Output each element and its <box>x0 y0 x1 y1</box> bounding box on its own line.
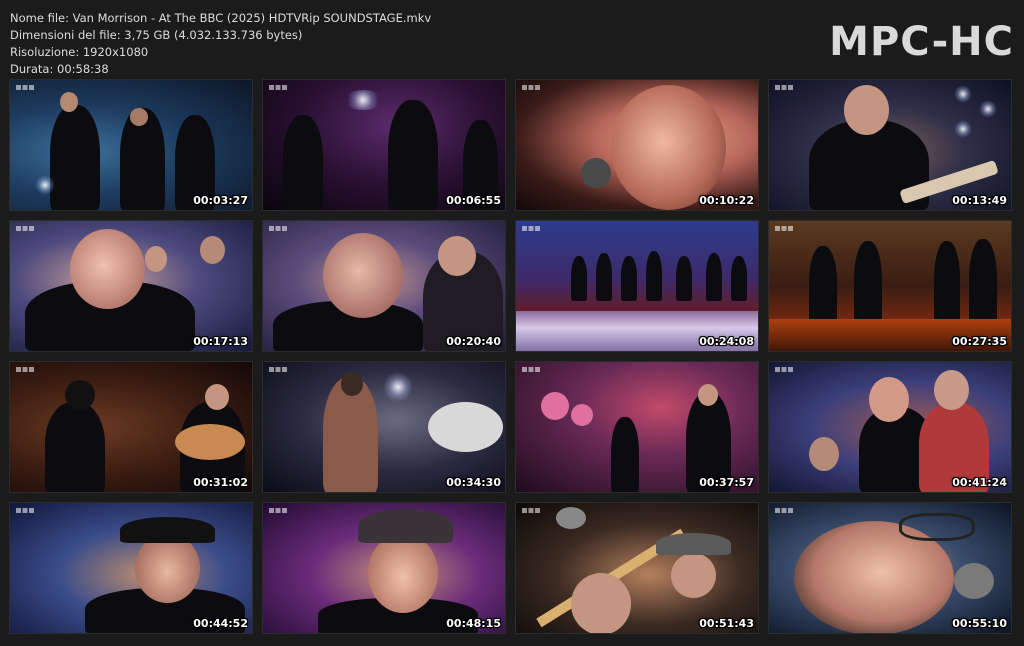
bbc-watermark-icon <box>16 508 34 513</box>
bbc-watermark-icon <box>269 367 287 372</box>
thumbnail: 00:27:35 <box>768 220 1012 352</box>
file-size: Dimensioni del file: 3,75 GB (4.032.133.… <box>10 28 303 42</box>
video-frame-image <box>263 80 505 210</box>
thumbnail: 00:20:40 <box>262 220 506 352</box>
file-info: Nome file: Van Morrison - At The BBC (20… <box>10 10 431 78</box>
bbc-watermark-icon <box>522 508 540 513</box>
timestamp: 00:20:40 <box>446 335 501 348</box>
thumbnail: 00:34:30 <box>262 361 506 493</box>
video-frame-image <box>10 221 252 351</box>
thumbnail: 00:17:13 <box>9 220 253 352</box>
thumbnail: 00:37:57 <box>515 361 759 493</box>
thumbnail: 00:31:02 <box>9 361 253 493</box>
thumbnail-grid: 00:03:27 00:06:55 00:10:22 00:13:49 00:1… <box>9 79 1012 634</box>
video-frame-image <box>769 80 1011 210</box>
video-frame-image <box>516 362 758 492</box>
timestamp: 00:10:22 <box>699 194 754 207</box>
video-frame-image <box>10 80 252 210</box>
video-frame-image <box>10 362 252 492</box>
timestamp: 00:17:13 <box>193 335 248 348</box>
video-duration: Durata: 00:58:38 <box>10 62 109 76</box>
video-frame-image <box>10 503 252 633</box>
timestamp: 00:03:27 <box>193 194 248 207</box>
bbc-watermark-icon <box>522 85 540 90</box>
timestamp: 00:41:24 <box>952 476 1007 489</box>
bbc-watermark-icon <box>522 226 540 231</box>
video-frame-image <box>516 80 758 210</box>
mpc-hc-logo: MPC-HC <box>829 19 1014 65</box>
video-frame-image <box>263 503 505 633</box>
video-frame-image <box>769 362 1011 492</box>
video-frame-image <box>769 221 1011 351</box>
thumbnail: 00:13:49 <box>768 79 1012 211</box>
timestamp: 00:06:55 <box>446 194 501 207</box>
bbc-watermark-icon <box>16 367 34 372</box>
file-name: Nome file: Van Morrison - At The BBC (20… <box>10 11 432 25</box>
video-frame-image <box>769 503 1011 633</box>
bbc-watermark-icon <box>16 226 34 231</box>
timestamp: 00:24:08 <box>699 335 754 348</box>
timestamp: 00:44:52 <box>193 617 248 630</box>
bbc-watermark-icon <box>775 85 793 90</box>
timestamp: 00:48:15 <box>446 617 501 630</box>
bbc-watermark-icon <box>16 85 34 90</box>
timestamp: 00:27:35 <box>952 335 1007 348</box>
bbc-watermark-icon <box>775 226 793 231</box>
thumbnail: 00:55:10 <box>768 502 1012 634</box>
bbc-watermark-icon <box>269 226 287 231</box>
thumbnail: 00:24:08 <box>515 220 759 352</box>
timestamp: 00:13:49 <box>952 194 1007 207</box>
video-resolution: Risoluzione: 1920x1080 <box>10 45 149 59</box>
thumbnail: 00:41:24 <box>768 361 1012 493</box>
video-frame-image <box>263 221 505 351</box>
timestamp: 00:37:57 <box>699 476 754 489</box>
thumbnail: 00:48:15 <box>262 502 506 634</box>
thumbnail: 00:51:43 <box>515 502 759 634</box>
video-frame-image <box>516 503 758 633</box>
bbc-watermark-icon <box>269 85 287 90</box>
timestamp: 00:51:43 <box>699 617 754 630</box>
thumbnail: 00:06:55 <box>262 79 506 211</box>
bbc-watermark-icon <box>775 367 793 372</box>
bbc-watermark-icon <box>269 508 287 513</box>
timestamp: 00:31:02 <box>193 476 248 489</box>
timestamp: 00:34:30 <box>446 476 501 489</box>
thumbnail: 00:03:27 <box>9 79 253 211</box>
thumbnail: 00:10:22 <box>515 79 759 211</box>
bbc-watermark-icon <box>775 508 793 513</box>
timestamp: 00:55:10 <box>952 617 1007 630</box>
video-frame-image <box>516 221 758 351</box>
bbc-watermark-icon <box>522 367 540 372</box>
thumbnail: 00:44:52 <box>9 502 253 634</box>
video-frame-image <box>263 362 505 492</box>
